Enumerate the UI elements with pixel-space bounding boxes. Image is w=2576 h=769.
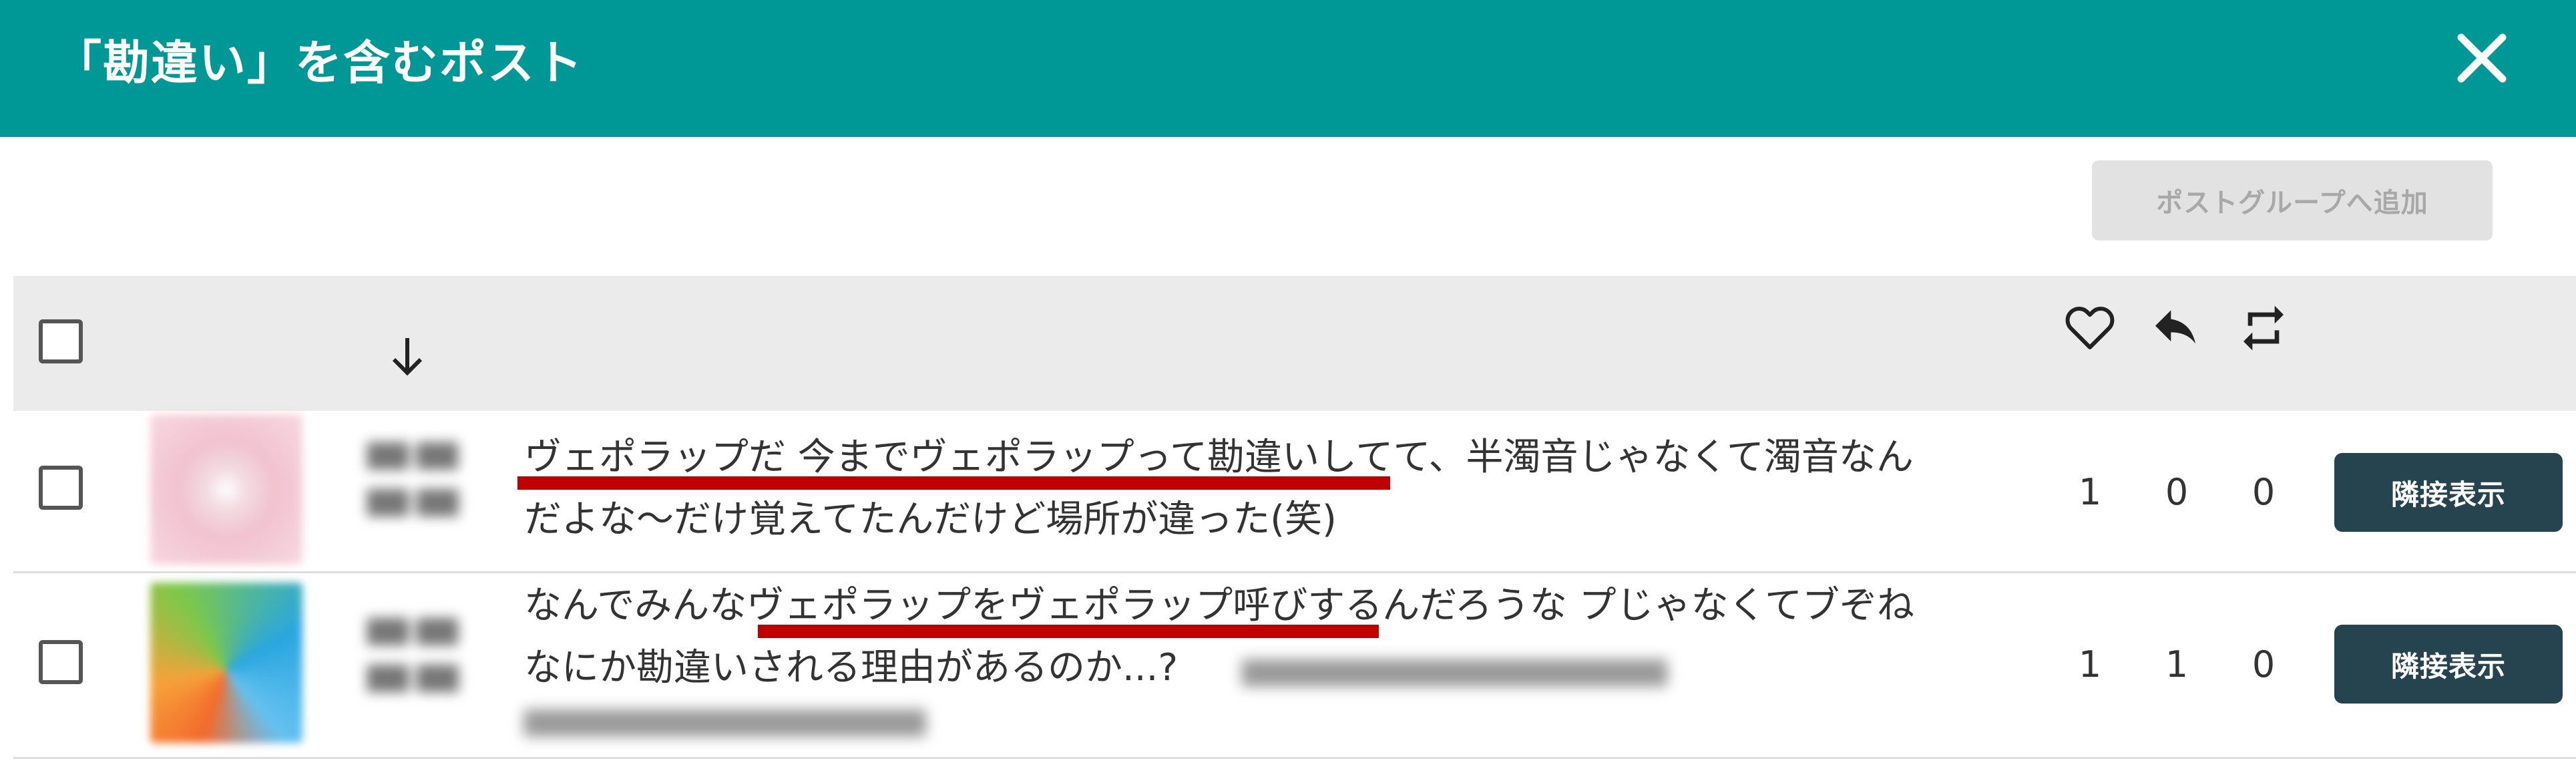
post-text-line: なんでみんなヴェポラップをヴェポラップ呼びするんだろうな プじゃなくてブぞね <box>524 584 1914 627</box>
likes-column-header[interactable] <box>2060 296 2120 356</box>
post-link-blurred: ▆▆▆▆▆▆▆▆▆▆▆▆▆▆▆▆▆▆ <box>1242 650 1667 686</box>
like-count: 1 <box>2078 471 2102 513</box>
sort-button[interactable] <box>387 333 427 379</box>
keyword-highlight-underline <box>517 476 1390 490</box>
reply-count: 0 <box>2165 471 2189 513</box>
close-icon <box>2457 33 2507 83</box>
keyword-highlight-underline <box>758 625 1379 638</box>
show-adjacent-button[interactable]: 隣接表示 <box>2334 625 2563 704</box>
select-all-checkbox[interactable] <box>39 319 83 363</box>
avatar <box>150 583 302 743</box>
close-button[interactable] <box>2452 28 2512 88</box>
dialog-header: 「勘違い」を含むポスト <box>0 0 2576 137</box>
show-adjacent-button[interactable]: 隣接表示 <box>2334 453 2563 532</box>
replies-column-header[interactable] <box>2149 301 2202 355</box>
like-count: 1 <box>2078 643 2102 685</box>
reply-icon <box>2155 310 2195 344</box>
add-to-post-group-button[interactable]: ポストグループへ追加 <box>2092 160 2493 241</box>
reply-count: 1 <box>2165 643 2189 685</box>
post-text-line: ヴェポラップだ 今までヴェポラップって勘違いしてて、半濁音じゃなくて濁音なん <box>524 436 1914 479</box>
retweet-count: 0 <box>2251 471 2276 513</box>
retweet-count: 0 <box>2251 643 2276 685</box>
table-header <box>13 276 2576 411</box>
row-checkbox[interactable] <box>39 640 83 684</box>
post-link-blurred: ▆▆▆▆▆▆▆▆▆▆▆▆▆▆▆▆▆ <box>524 700 926 736</box>
post-date: ▇▇·▇▇ ▇▇:▇▇ <box>367 615 459 692</box>
post-date: ▇▇·▇▇ ▇▇:▇▇ <box>367 439 459 516</box>
heart-icon <box>2065 307 2115 349</box>
table-row: ▇▇·▇▇ ▇▇:▇▇ ヴェポラップだ 今までヴェポラップって勘違いしてて、半濁音… <box>13 411 2576 573</box>
retweet-icon <box>2243 305 2284 351</box>
table-row: ▇▇·▇▇ ▇▇:▇▇ なんでみんなヴェポラップをヴェポラップ呼びするんだろうな … <box>13 573 2576 759</box>
row-checkbox[interactable] <box>39 466 83 510</box>
sort-arrow-down-icon <box>392 338 423 376</box>
dialog-title: 「勘違い」を含むポスト <box>55 35 584 90</box>
post-text-line: だよな〜だけ覚えてたんだけど場所が違った(笑) <box>524 498 1337 541</box>
post-text-line: なにか勘違いされる理由があるのか...? <box>524 646 1178 689</box>
retweets-column-header[interactable] <box>2237 301 2290 355</box>
avatar <box>150 414 302 565</box>
